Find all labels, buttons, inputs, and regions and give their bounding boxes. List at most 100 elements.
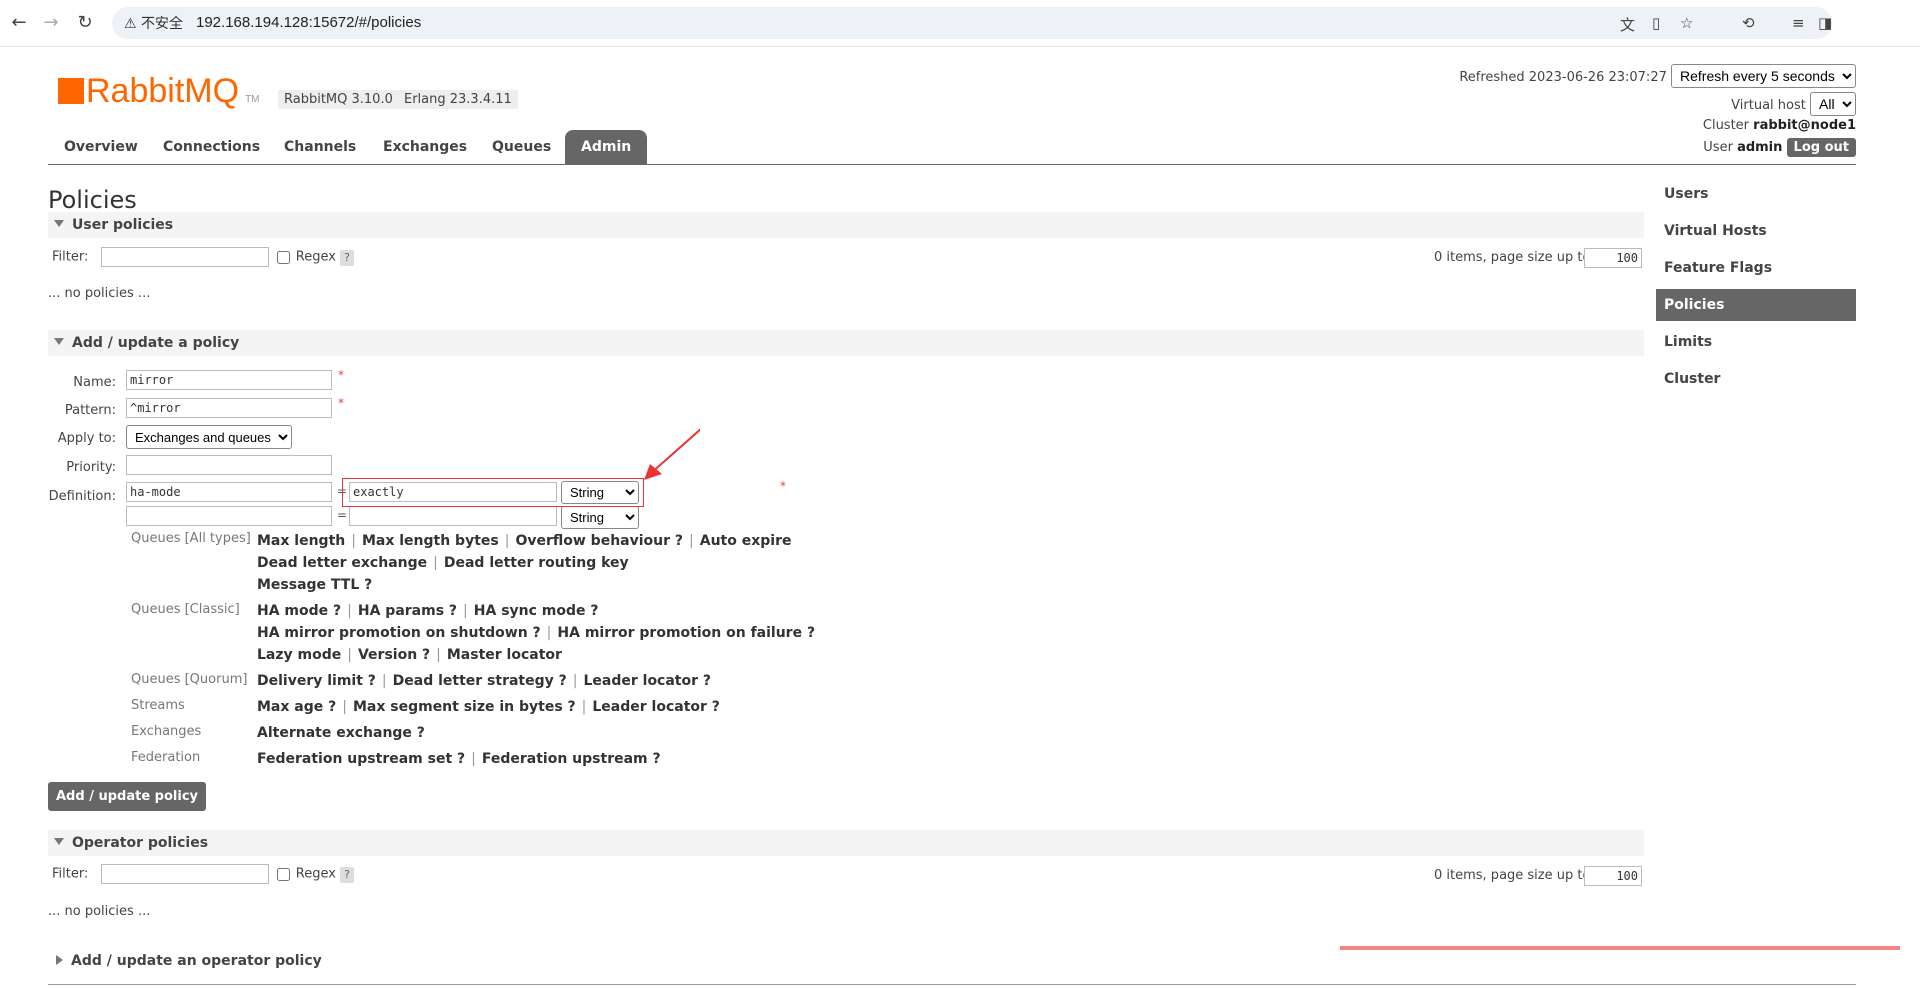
priority-label: Priority: [66,460,116,475]
items-label: 0 items, page size up to [1434,868,1591,883]
regex-help-icon[interactable]: ? [340,249,355,266]
sidebar-item-feature-flags[interactable]: Feature Flags [1656,252,1856,284]
help-category: Federation [131,750,201,765]
sidebar-item-limits[interactable]: Limits [1656,326,1856,358]
refresh-select[interactable]: Refresh every 5 seconds [1671,64,1856,88]
help-line: Alternate exchange ? [257,725,425,741]
help-key[interactable]: Overflow behaviour ? [515,533,683,549]
help-key[interactable]: Auto expire [700,533,792,549]
sync-icon[interactable]: ⟲ [1742,14,1755,32]
help-key[interactable]: Federation upstream set ? [257,751,465,767]
help-key[interactable]: Dead letter exchange [257,555,427,571]
apply-to-select[interactable]: Exchanges and queues [126,425,292,449]
help-key[interactable]: Delivery limit ? [257,673,376,689]
required-marker: * [780,479,786,493]
policy-name-input[interactable] [126,370,332,390]
user-policies-title: User policies [72,217,174,233]
definition-value-input-2[interactable] [349,506,557,526]
watermark-top [1656,20,1665,57]
help-key[interactable]: Dead letter strategy ? [393,673,567,689]
help-line: Message TTL ? [257,577,372,593]
priority-input[interactable] [126,455,332,475]
user-regex-checkbox[interactable] [276,250,290,264]
sidebar-item-policies[interactable]: Policies [1656,289,1856,321]
collapse-arrow-icon [54,220,64,227]
help-key[interactable]: Max length bytes [362,533,499,549]
help-key[interactable]: Lazy mode [257,647,341,663]
required-marker: * [338,368,344,382]
filter-label: Filter: [52,866,89,882]
help-key[interactable]: Leader locator ? [592,699,720,715]
vhost-row: Virtual host All [1731,92,1856,116]
help-key[interactable]: Message TTL ? [257,577,372,593]
operator-regex-checkbox[interactable] [276,867,290,881]
sidepanel-icon[interactable]: ◨ [1818,14,1832,32]
equals-sign: = [337,508,348,522]
playlist-icon[interactable]: ≡ [1792,14,1805,32]
required-marker: * [338,396,344,410]
help-key[interactable]: Max length [257,533,345,549]
help-key[interactable]: Max age ? [257,699,336,715]
version-badge: RabbitMQ 3.10.0 [278,90,399,109]
help-key[interactable]: HA params ? [358,603,457,619]
security-warning[interactable]: ⚠ 不安全 [124,13,183,33]
operator-filter-input[interactable] [100,864,269,884]
help-line: Delivery limit ? | Dead letter strategy ? |… [257,673,712,689]
add-operator-policy-title: Add / update an operator policy [71,953,322,969]
user-page-size-input[interactable] [1584,248,1642,268]
sidebar-item-virtual-hosts[interactable]: Virtual Hosts [1656,215,1856,247]
help-category: Queues [Quorum] [131,672,248,687]
add-operator-policy-header[interactable]: Add / update an operator policy [50,953,322,969]
help-category: Exchanges [131,724,202,739]
add-policy-header[interactable]: Add / update a policy [48,330,1644,356]
help-key[interactable]: Leader locator ? [583,673,711,689]
policy-pattern-input[interactable] [126,398,332,418]
user-filter-input[interactable] [100,247,269,267]
help-line: Lazy mode | Version ? | Master locator [257,647,562,663]
help-key[interactable]: Federation upstream ? [482,751,661,767]
address-bar[interactable]: ⚠ 不安全 192.168.194.128:15672/#/policies 文… [112,7,1832,39]
refreshed-label: Refreshed 2023-06-26 23:07:27 [1459,70,1667,85]
add-policy-title: Add / update a policy [72,335,240,351]
tab-exchanges[interactable]: Exchanges [367,130,483,164]
sidebar-item-cluster[interactable]: Cluster [1656,363,1856,395]
tab-overview[interactable]: Overview [48,130,154,164]
user-policies-empty: ... no policies ... [48,286,151,301]
translate-icon[interactable]: 文 [1620,14,1635,35]
help-line: HA mode ? | HA params ? | HA sync mode ? [257,603,599,619]
tab-channels[interactable]: Channels [268,130,372,164]
help-key[interactable]: Alternate exchange ? [257,725,425,741]
operator-policies-header[interactable]: Operator policies [48,830,1644,856]
help-key[interactable]: Master locator [447,647,562,663]
help-key[interactable]: HA sync mode ? [474,603,599,619]
tab-queues[interactable]: Queues [476,130,567,164]
help-key[interactable]: HA mirror promotion on shutdown ? [257,625,541,641]
help-key[interactable]: Max segment size in bytes ? [353,699,576,715]
back-icon[interactable]: ← [8,12,30,34]
tab-connections[interactable]: Connections [147,130,276,164]
help-line: Max length | Max length bytes | Overflow beh… [257,533,792,549]
bookmark-icon[interactable]: ☆ [1680,14,1693,32]
forward-icon[interactable]: → [40,12,62,34]
help-key[interactable]: HA mode ? [257,603,341,619]
add-policy-button[interactable]: Add / update policy [48,782,206,811]
user-page-size-row: 0 items, page size up to [1434,250,1590,265]
url-text[interactable]: 192.168.194.128:15672/#/policies [196,14,421,31]
help-key[interactable]: Version ? [358,647,430,663]
operator-page-size-input[interactable] [1584,866,1642,886]
tab-admin[interactable]: Admin [565,130,648,164]
sidebar-item-users[interactable]: Users [1656,178,1856,210]
browser-toolbar: ← → ↻ ⚠ 不安全 192.168.194.128:15672/#/poli… [0,0,1920,47]
rabbitmq-logo[interactable]: RabbitMQ TM [58,72,260,111]
user-policies-header[interactable]: User policies [48,212,1644,238]
definition-key-input-2[interactable] [126,506,332,526]
help-key[interactable]: HA mirror promotion on failure ? [557,625,815,641]
refresh-row: Refreshed 2023-06-26 23:07:27 Refresh ev… [1459,64,1856,88]
help-line: Federation upstream set ? | Federation ups… [257,751,661,767]
definition-key-input[interactable] [126,482,332,502]
vhost-select[interactable]: All [1810,92,1856,116]
definition-type-select-2[interactable]: String [561,506,639,529]
regex-help-icon[interactable]: ? [340,866,355,883]
help-key[interactable]: Dead letter routing key [444,555,629,571]
reload-icon[interactable]: ↻ [74,12,96,34]
